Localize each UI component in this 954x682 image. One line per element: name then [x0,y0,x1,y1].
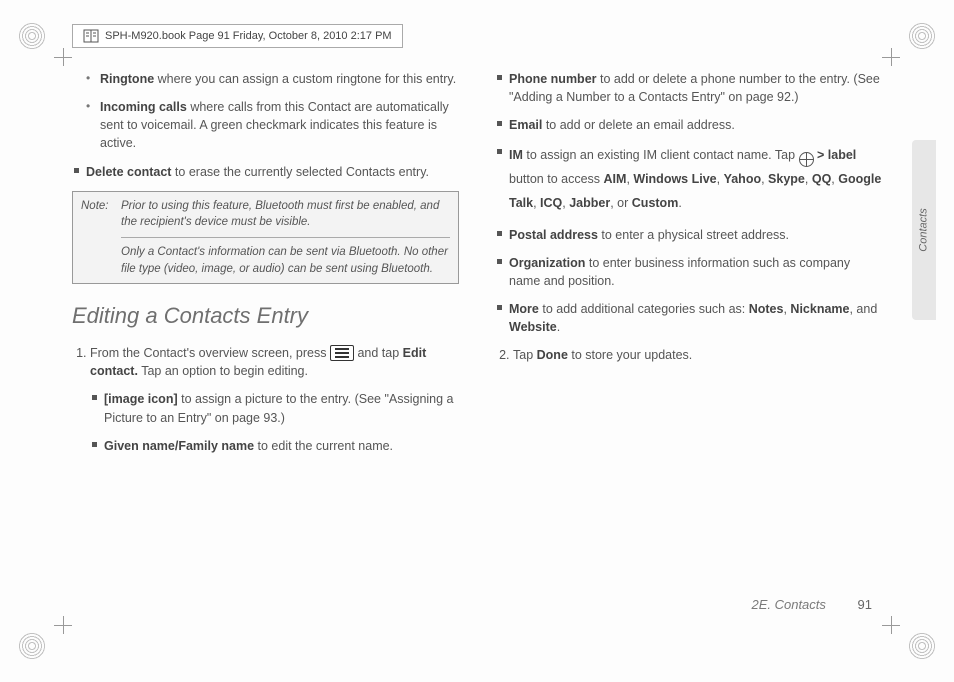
step1-text-b: and tap [357,346,402,360]
bullet-incoming: Incoming calls where calls from this Con… [100,98,459,152]
crop-mark-tr [882,48,900,66]
text-im-1: to assign an existing IM client contact … [523,148,799,162]
section-heading: Editing a Contacts Entry [72,300,459,332]
bold-jabber: Jabber [569,196,610,210]
bold-yahoo: Yahoo [724,172,762,186]
text-postal: to enter a physical street address. [598,228,789,242]
bold-ringtone: Ringtone [100,72,154,86]
square-im: IM to assign an existing IM client conta… [509,144,882,215]
bullet-ringtone: Ringtone where you can assign a custom r… [100,70,459,88]
bold-given-name: Given name/Family name [104,439,254,453]
text-period-im: . [678,196,681,210]
ornament-spiral-tr [908,22,936,50]
crop-mark-br [882,616,900,634]
square-given-name: Given name/Family name to edit the curre… [104,437,459,455]
bold-delete: Delete contact [86,165,171,179]
step2-text-a: Tap [513,348,537,362]
square-postal: Postal address to enter a physical stree… [509,226,882,244]
ornament-spiral-tl [18,22,46,50]
footer-section: 2E. Contacts [751,597,825,612]
bold-phone: Phone number [509,72,597,86]
bold-label: label [828,148,857,162]
bold-email: Email [509,118,542,132]
step1-text-c: Tap an option to begin editing. [141,364,308,378]
step-1: From the Contact's overview screen, pres… [90,344,459,455]
bold-website: Website [509,320,557,334]
text-more-1: to add additional categories such as: [539,302,749,316]
bold-image-icon: [image icon] [104,392,178,406]
column-right: Phone number to add or delete a phone nu… [495,70,882,465]
ornament-spiral-bl [18,632,46,660]
note-text-2: Only a Contact's information can be sent… [121,246,448,275]
note-prefix: Note: [81,198,109,215]
text-email: to add or delete an email address. [542,118,734,132]
text-delete: to erase the currently selected Contacts… [171,165,429,179]
crop-mark-tl [54,48,72,66]
bold-incoming: Incoming calls [100,100,187,114]
bold-windows-live: Windows Live [633,172,716,186]
note-divider [121,237,450,238]
text-ringtone: where you can assign a custom ringtone f… [154,72,456,86]
bold-done: Done [537,348,568,362]
text-im-2: button to access [509,172,604,186]
bold-organization: Organization [509,256,585,270]
side-tab: Contacts [912,140,936,320]
step1-text-a: From the Contact's overview screen, pres… [90,346,330,360]
bold-icq: ICQ [540,196,562,210]
bold-qq: QQ [812,172,831,186]
page-footer: 2E. Contacts 91 [72,597,882,612]
text-given-name: to edit the current name. [254,439,393,453]
framemaker-header: SPH-M920.book Page 91 Friday, October 8,… [72,24,403,48]
bold-postal: Postal address [509,228,598,242]
square-organization: Organization to enter business informati… [509,254,882,290]
text-period-more: . [557,320,560,334]
side-tab-label: Contacts [918,208,930,251]
ornament-spiral-br [908,632,936,660]
footer-page-number: 91 [858,597,872,612]
text-or: , or [610,196,632,210]
bold-im: IM [509,148,523,162]
gt-symbol: > [817,148,828,162]
book-icon [83,29,99,43]
crop-mark-bl [54,616,72,634]
menu-icon [330,345,354,361]
square-image-icon: [image icon] to assign a picture to the … [104,390,459,426]
square-email: Email to add or delete an email address. [509,116,882,134]
square-delete: Delete contact to erase the currently se… [86,163,459,181]
square-phone: Phone number to add or delete a phone nu… [509,70,882,106]
bold-nickname: Nickname [790,302,849,316]
note-text-1: Prior to using this feature, Bluetooth m… [121,200,439,229]
step-2: Tap Done to store your updates. [513,346,882,364]
page-content: Ringtone where you can assign a custom r… [72,70,882,612]
globe-icon [799,152,814,167]
note-box: Note: Prior to using this feature, Bluet… [72,191,459,285]
header-text: SPH-M920.book Page 91 Friday, October 8,… [105,30,392,42]
text-and: , and [849,302,877,316]
bold-more: More [509,302,539,316]
bold-skype: Skype [768,172,805,186]
step2-text-b: to store your updates. [568,348,692,362]
bold-custom: Custom [632,196,679,210]
bold-aim: AIM [604,172,627,186]
column-left: Ringtone where you can assign a custom r… [72,70,459,465]
bold-notes: Notes [749,302,784,316]
square-more: More to add additional categories such a… [509,300,882,336]
